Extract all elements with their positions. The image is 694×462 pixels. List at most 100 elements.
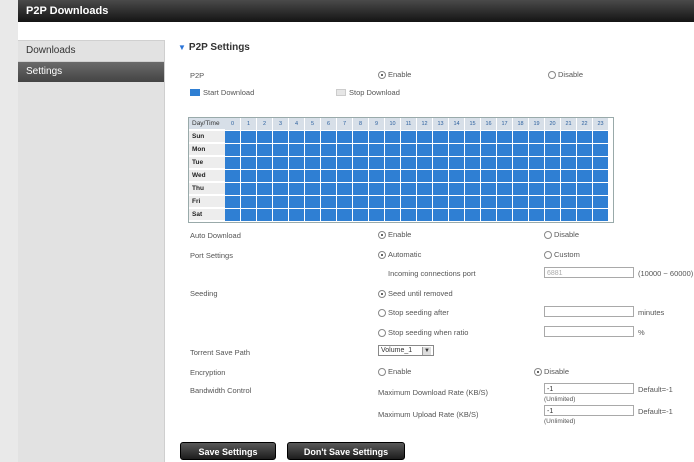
- schedule-cell[interactable]: [305, 170, 320, 182]
- auto-download-disable-radio[interactable]: [544, 230, 552, 239]
- schedule-cell[interactable]: [241, 157, 256, 169]
- seed-until-removed-radio[interactable]: [378, 289, 386, 298]
- schedule-cell[interactable]: [513, 170, 528, 182]
- schedule-cell[interactable]: [545, 157, 560, 169]
- schedule-cell[interactable]: [273, 144, 288, 156]
- schedule-cell[interactable]: [465, 183, 480, 195]
- schedule-cell[interactable]: [513, 183, 528, 195]
- stop-seeding-ratio-radio[interactable]: [378, 328, 386, 337]
- schedule-cell[interactable]: [305, 144, 320, 156]
- auto-download-enable-radio[interactable]: [378, 230, 386, 239]
- schedule-cell[interactable]: [545, 183, 560, 195]
- schedule-cell[interactable]: [561, 144, 576, 156]
- schedule-cell[interactable]: [305, 157, 320, 169]
- schedule-cell[interactable]: [385, 131, 400, 143]
- schedule-cell[interactable]: [465, 209, 480, 221]
- stop-seeding-ratio-option[interactable]: Stop seeding when ratio: [378, 328, 468, 337]
- schedule-cell[interactable]: [273, 170, 288, 182]
- schedule-cell[interactable]: [577, 183, 592, 195]
- schedule-cell[interactable]: [433, 144, 448, 156]
- schedule-cell[interactable]: [497, 144, 512, 156]
- sidebar-item-downloads[interactable]: Downloads: [18, 40, 164, 61]
- schedule-cell[interactable]: [481, 170, 496, 182]
- schedule-cell[interactable]: [497, 196, 512, 208]
- auto-download-enable-option[interactable]: Enable: [378, 230, 411, 239]
- schedule-cell[interactable]: [257, 196, 272, 208]
- schedule-cell[interactable]: [545, 170, 560, 182]
- schedule-cell[interactable]: [241, 196, 256, 208]
- schedule-cell[interactable]: [481, 183, 496, 195]
- schedule-cell[interactable]: [225, 157, 240, 169]
- encryption-enable-option[interactable]: Enable: [378, 367, 411, 376]
- schedule-cell[interactable]: [545, 144, 560, 156]
- p2p-enable-option[interactable]: Enable: [378, 70, 411, 79]
- schedule-cell[interactable]: [529, 209, 544, 221]
- schedule-cell[interactable]: [465, 131, 480, 143]
- schedule-cell[interactable]: [481, 157, 496, 169]
- schedule-cell[interactable]: [273, 196, 288, 208]
- schedule-cell[interactable]: [417, 183, 432, 195]
- schedule-cell[interactable]: [385, 144, 400, 156]
- schedule-cell[interactable]: [337, 183, 352, 195]
- schedule-cell[interactable]: [321, 196, 336, 208]
- schedule-cell[interactable]: [369, 209, 384, 221]
- schedule-cell[interactable]: [321, 144, 336, 156]
- schedule-cell[interactable]: [497, 157, 512, 169]
- schedule-cell[interactable]: [225, 209, 240, 221]
- schedule-cell[interactable]: [241, 183, 256, 195]
- schedule-cell[interactable]: [353, 144, 368, 156]
- schedule-cell[interactable]: [465, 144, 480, 156]
- incoming-port-input[interactable]: 6881: [544, 267, 634, 278]
- schedule-cell[interactable]: [593, 209, 608, 221]
- schedule-cell[interactable]: [481, 196, 496, 208]
- schedule-cell[interactable]: [561, 157, 576, 169]
- schedule-cell[interactable]: [369, 131, 384, 143]
- schedule-cell[interactable]: [561, 196, 576, 208]
- schedule-cell[interactable]: [401, 131, 416, 143]
- schedule-cell[interactable]: [353, 183, 368, 195]
- schedule-cell[interactable]: [561, 131, 576, 143]
- schedule-cell[interactable]: [497, 209, 512, 221]
- schedule-cell[interactable]: [241, 170, 256, 182]
- schedule-cell[interactable]: [433, 196, 448, 208]
- schedule-cell[interactable]: [497, 170, 512, 182]
- schedule-cell[interactable]: [337, 196, 352, 208]
- port-custom-option[interactable]: Custom: [544, 250, 580, 259]
- schedule-cell[interactable]: [593, 157, 608, 169]
- schedule-cell[interactable]: [449, 209, 464, 221]
- schedule-cell[interactable]: [369, 144, 384, 156]
- encryption-disable-option[interactable]: Disable: [534, 367, 569, 376]
- schedule-cell[interactable]: [257, 183, 272, 195]
- schedule-cell[interactable]: [273, 157, 288, 169]
- schedule-cell[interactable]: [369, 183, 384, 195]
- schedule-cell[interactable]: [225, 196, 240, 208]
- schedule-cell[interactable]: [225, 131, 240, 143]
- schedule-cell[interactable]: [465, 157, 480, 169]
- schedule-cell[interactable]: [353, 209, 368, 221]
- schedule-cell[interactable]: [289, 183, 304, 195]
- schedule-cell[interactable]: [385, 157, 400, 169]
- schedule-cell[interactable]: [529, 157, 544, 169]
- port-automatic-option[interactable]: Automatic: [378, 250, 421, 259]
- schedule-cell[interactable]: [449, 157, 464, 169]
- stop-seeding-ratio-input[interactable]: [544, 326, 634, 337]
- seed-until-removed-option[interactable]: Seed until removed: [378, 289, 453, 298]
- schedule-cell[interactable]: [401, 196, 416, 208]
- schedule-cell[interactable]: [337, 131, 352, 143]
- max-download-input[interactable]: -1: [544, 383, 634, 394]
- schedule-cell[interactable]: [577, 196, 592, 208]
- port-custom-radio[interactable]: [544, 250, 552, 259]
- schedule-cell[interactable]: [273, 131, 288, 143]
- schedule-cell[interactable]: [449, 170, 464, 182]
- schedule-cell[interactable]: [529, 183, 544, 195]
- schedule-cell[interactable]: [241, 144, 256, 156]
- schedule-cell[interactable]: [401, 183, 416, 195]
- p2p-disable-option[interactable]: Disable: [548, 70, 583, 79]
- p2p-disable-radio[interactable]: [548, 70, 556, 79]
- schedule-cell[interactable]: [321, 131, 336, 143]
- schedule-cell[interactable]: [321, 209, 336, 221]
- schedule-cell[interactable]: [273, 209, 288, 221]
- schedule-cell[interactable]: [593, 196, 608, 208]
- schedule-cell[interactable]: [225, 170, 240, 182]
- schedule-cell[interactable]: [401, 170, 416, 182]
